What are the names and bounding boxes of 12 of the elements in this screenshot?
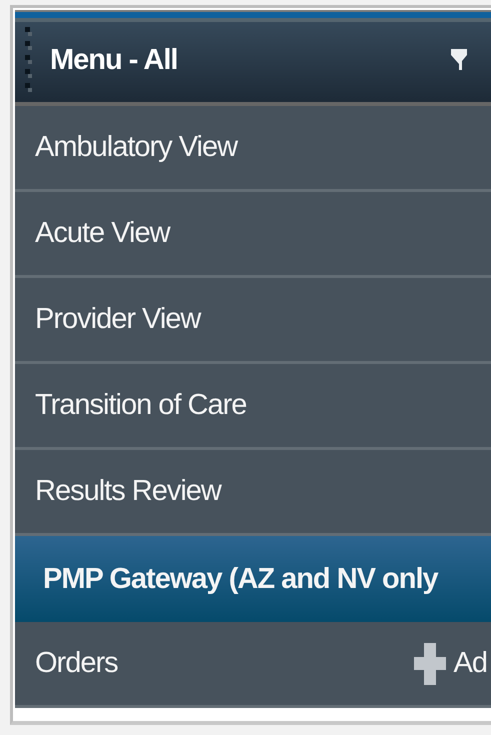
menu-item[interactable]: Orders Ad	[15, 622, 491, 708]
menu-header[interactable]: Menu - All	[15, 18, 491, 106]
plus-icon	[414, 642, 446, 684]
menu-item[interactable]: Provider View	[15, 278, 491, 364]
menu-item[interactable]: Transition of Care	[15, 364, 491, 450]
menu-item[interactable]: Acute View	[15, 192, 491, 278]
grip-icon	[25, 27, 33, 93]
add-link[interactable]: Ad	[414, 642, 491, 684]
menu-item[interactable]: Results Review	[15, 450, 491, 536]
menu-title: Menu - All	[50, 44, 178, 76]
menu-item[interactable]: PMP Gateway (AZ and NV only	[15, 536, 491, 622]
menu-item[interactable]: Ambulatory View	[15, 106, 491, 192]
